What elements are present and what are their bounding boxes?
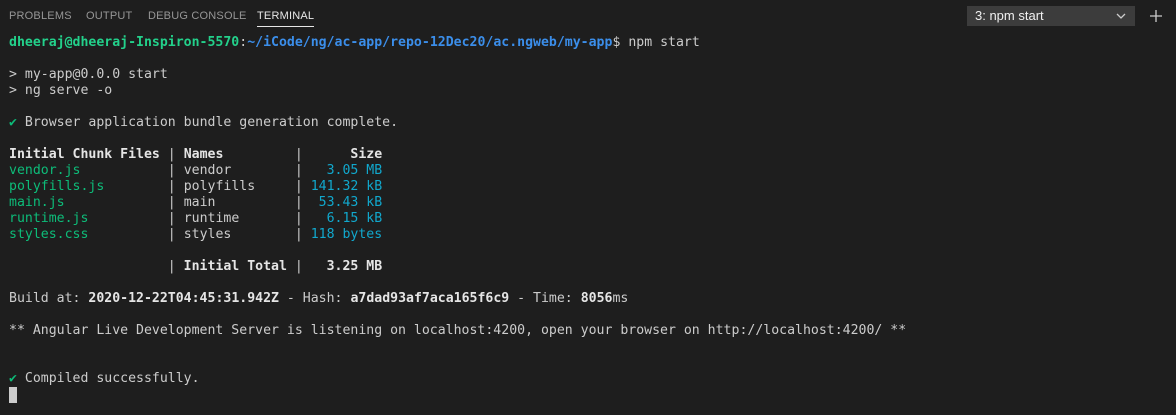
bundle-message-text: Browser application bundle generation co…	[16, 115, 399, 130]
chunk-name: main	[183, 195, 287, 210]
chunk-file: polyfills.js	[9, 179, 160, 194]
check-icon: ✔	[9, 115, 17, 130]
table-row: vendor.js | vendor | 3.05 MB	[9, 163, 1169, 179]
tab-debug-console[interactable]: DEBUG CONSOLE	[148, 0, 247, 33]
table-header: Initial Chunk Files | Names | Size	[9, 147, 1169, 163]
bundle-message: ✔ Browser application bundle generation …	[9, 115, 1169, 131]
time-label: - Time:	[509, 291, 581, 306]
terminal-output[interactable]: dheeraj@dheeraj-Inspiron-5570:~/iCode/ng…	[9, 35, 1169, 403]
hash-label: - Hash:	[278, 291, 351, 306]
table-divider: |	[159, 227, 184, 242]
script-line: > ng serve -o	[9, 83, 113, 98]
chevron-down-icon	[1116, 13, 1126, 19]
chunk-size: 118 bytes	[310, 227, 383, 242]
table-gap: |	[9, 259, 184, 274]
chunk-file: main.js	[9, 195, 160, 210]
chunk-file: runtime.js	[9, 211, 160, 226]
chunk-file: vendor.js	[9, 163, 160, 178]
chunk-size: 6.15 kB	[310, 211, 383, 226]
chunk-name: styles	[183, 227, 287, 242]
table-divider: |	[286, 179, 311, 194]
chunk-table: Initial Chunk Files | Names | Size vendor…	[9, 147, 1169, 243]
terminal-panel: PROBLEMS OUTPUT DEBUG CONSOLE TERMINAL 3…	[0, 0, 1176, 415]
table-divider: |	[286, 163, 311, 178]
table-row: runtime.js | runtime | 6.15 kB	[9, 211, 1169, 227]
build-at-value: 2020-12-22T04:45:31.942Z	[88, 291, 279, 306]
terminal-select-value: 3: npm start	[975, 8, 1044, 23]
table-row: polyfills.js | polyfills | 141.32 kB	[9, 179, 1169, 195]
chunk-file: styles.css	[9, 227, 160, 242]
chunk-name: vendor	[183, 163, 287, 178]
table-divider: |	[286, 211, 311, 226]
cursor-line	[9, 387, 1169, 403]
script-line: > my-app@0.0.0 start	[9, 67, 168, 82]
total-label: Initial Total	[183, 259, 287, 274]
time-unit: ms	[612, 291, 629, 306]
terminal-cursor	[9, 387, 17, 403]
chunk-size: 141.32 kB	[310, 179, 383, 194]
compiled-message-text: Compiled successfully.	[16, 371, 200, 386]
chunk-size: 53.43 kB	[310, 195, 383, 210]
prompt-command: npm start	[620, 35, 700, 50]
prompt-user-host: dheeraj@dheeraj-Inspiron-5570	[9, 35, 240, 50]
table-divider: |	[159, 163, 184, 178]
table-row: styles.css | styles | 118 bytes	[9, 227, 1169, 243]
total-size: 3.25 MB	[326, 259, 383, 274]
prompt-separator: :	[239, 35, 248, 50]
table-divider: |	[159, 147, 184, 162]
chunk-name: runtime	[183, 211, 287, 226]
table-divider: |	[286, 227, 311, 242]
table-divider: |	[159, 179, 184, 194]
tab-output[interactable]: OUTPUT	[86, 0, 132, 33]
table-gap: |	[286, 259, 327, 274]
build-at-label: Build at:	[9, 291, 89, 306]
compiled-message: ✔ Compiled successfully.	[9, 371, 1169, 387]
table-divider: |	[159, 195, 184, 210]
table-row: main.js | main | 53.43 kB	[9, 195, 1169, 211]
header-size: Size	[310, 147, 383, 162]
time-value: 8056	[580, 291, 613, 306]
table-divider: |	[286, 195, 311, 210]
table-divider: |	[286, 147, 311, 162]
tab-terminal[interactable]: TERMINAL	[257, 0, 315, 33]
check-icon: ✔	[9, 371, 17, 386]
header-files: Initial Chunk Files	[9, 147, 160, 162]
header-names: Names	[183, 147, 287, 162]
hash-value: a7dad93af7aca165f6c9	[350, 291, 510, 306]
plus-icon[interactable]	[1148, 8, 1164, 24]
panel-tab-bar: PROBLEMS OUTPUT DEBUG CONSOLE TERMINAL 3…	[0, 0, 1176, 33]
chunk-name: polyfills	[183, 179, 287, 194]
table-divider: |	[159, 211, 184, 226]
server-message: ** Angular Live Development Server is li…	[9, 323, 907, 338]
build-info-line: Build at: 2020-12-22T04:45:31.942Z - Has…	[9, 291, 1169, 307]
chunk-size: 3.05 MB	[310, 163, 383, 178]
prompt-line: dheeraj@dheeraj-Inspiron-5570:~/iCode/ng…	[9, 35, 1169, 51]
terminal-select[interactable]: 3: npm start	[967, 6, 1135, 26]
tab-problems[interactable]: PROBLEMS	[9, 0, 72, 33]
total-row: | Initial Total | 3.25 MB	[9, 259, 1169, 275]
prompt-path: ~/iCode/ng/ac-app/repo-12Dec20/ac.ngweb/…	[247, 35, 613, 50]
